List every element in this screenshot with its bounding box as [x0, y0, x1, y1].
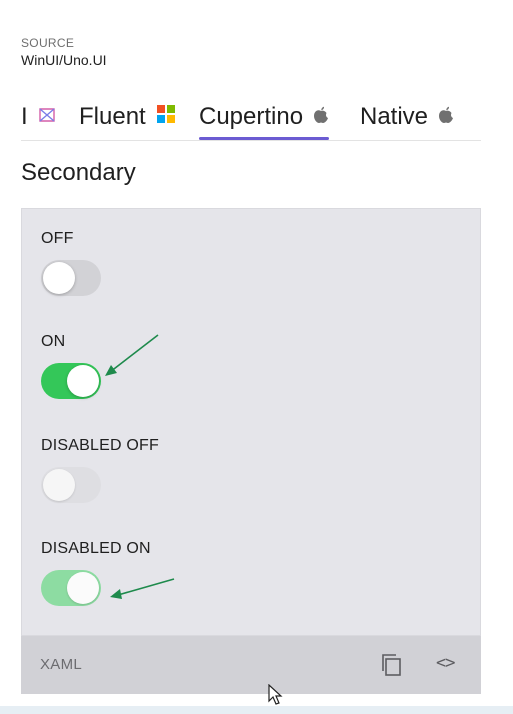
- annotation-arrow-icon: [105, 334, 159, 376]
- section-title: Secondary: [21, 159, 136, 186]
- toggle-knob: [43, 262, 75, 294]
- apple-logo-icon: [313, 103, 329, 131]
- apple-logo-icon: [438, 103, 454, 131]
- source-value: WinUI/Uno.UI: [21, 52, 107, 68]
- toggle-label-off: OFF: [41, 230, 74, 247]
- toggle-knob: [67, 572, 99, 604]
- windows-logo-icon: [156, 103, 176, 131]
- tab-cupertino[interactable]: Cupertino: [199, 96, 330, 140]
- toggle-switch-on[interactable]: [41, 363, 101, 399]
- tab-label: I: [21, 103, 28, 130]
- source-caption: SOURCE: [21, 36, 75, 50]
- toggle-switch-off[interactable]: [41, 260, 101, 296]
- annotation-arrow-icon: [110, 578, 175, 599]
- tab-label: Cupertino: [199, 103, 304, 130]
- toggle-switch-disabled-on: [41, 570, 101, 606]
- toggle-knob: [67, 365, 99, 397]
- code-footer: XAML <>: [21, 636, 481, 694]
- bottom-strip: [0, 706, 513, 714]
- toggle-label-disabled-off: DISABLED OFF: [41, 437, 159, 454]
- tab-label: Native: [360, 103, 429, 130]
- toggle-label-on: ON: [41, 333, 66, 350]
- code-icon[interactable]: <>: [436, 653, 456, 673]
- toggle-knob: [43, 469, 75, 501]
- copy-icon[interactable]: [379, 652, 405, 678]
- xaml-label: XAML: [40, 656, 83, 673]
- tab-native[interactable]: Native: [360, 96, 454, 138]
- toggle-label-disabled-on: DISABLED ON: [41, 540, 151, 557]
- toggle-demo-panel: OFF ON DISABLED OFF DISABLED ON: [21, 208, 481, 636]
- tab-fluent[interactable]: Fluent: [79, 96, 176, 138]
- material-logo-icon: [38, 103, 56, 131]
- tab-label: Fluent: [79, 103, 146, 130]
- toggle-switch-disabled-off: [41, 467, 101, 503]
- mouse-cursor-icon: [268, 684, 283, 705]
- design-system-tabs: I Fluent Cupertino Native: [21, 96, 481, 141]
- tab-material[interactable]: I: [21, 96, 56, 138]
